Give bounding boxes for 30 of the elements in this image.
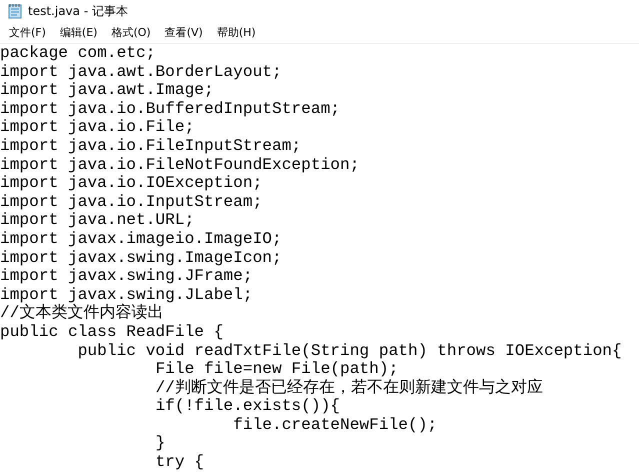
code-line: import java.io.File; — [0, 118, 194, 137]
code-line: import javax.swing.JFrame; — [0, 267, 253, 286]
code-line: file.createNewFile(); — [232, 416, 438, 434]
window-title: test.java - 记事本 — [28, 2, 128, 20]
code-line: if(!file.exists()){ — [154, 397, 340, 416]
menu-item[interactable]: 查看(V) — [158, 23, 210, 42]
menu-item[interactable]: 帮助(H) — [210, 23, 263, 42]
menu-item[interactable]: 格式(O) — [104, 23, 158, 42]
menu-item[interactable]: 编辑(E) — [52, 23, 104, 42]
code-line: //判断文件是否已经存在，若不在则新建文件与之对应 — [154, 378, 543, 398]
menu-item[interactable]: 文件(F) — [2, 23, 53, 42]
code-line: import javax.imageio.ImageIO; — [0, 230, 282, 249]
code-line: File file=new File(path); — [154, 360, 398, 378]
code-line: import java.io.BufferedInputStream; — [0, 100, 340, 118]
code-line: public void readTxtFile(String path) throws IOException{ — [76, 342, 622, 360]
code-line: } — [154, 434, 166, 454]
code-line: import javax.swing.JLabel; — [0, 286, 253, 304]
code-line: import java.io.FileNotFoundException; — [0, 156, 360, 174]
code-line: //文本类文件内容读出 — [0, 304, 164, 323]
code-line: import java.awt.Image; — [0, 81, 214, 100]
code-line: import java.net.URL; — [0, 211, 194, 230]
code-line: try { — [154, 453, 204, 472]
notepad-icon — [8, 3, 22, 19]
code-line: package com.etc; — [0, 44, 156, 63]
code-line: public class ReadFile { — [0, 322, 224, 342]
code-line: import java.io.IOException; — [0, 174, 262, 193]
code-line: import java.io.InputStream; — [0, 192, 262, 212]
code-line: import java.awt.BorderLayout; — [0, 62, 282, 82]
code-line: import javax.swing.ImageIcon; — [0, 248, 282, 268]
code-line: import java.io.FileInputStream; — [0, 136, 302, 156]
